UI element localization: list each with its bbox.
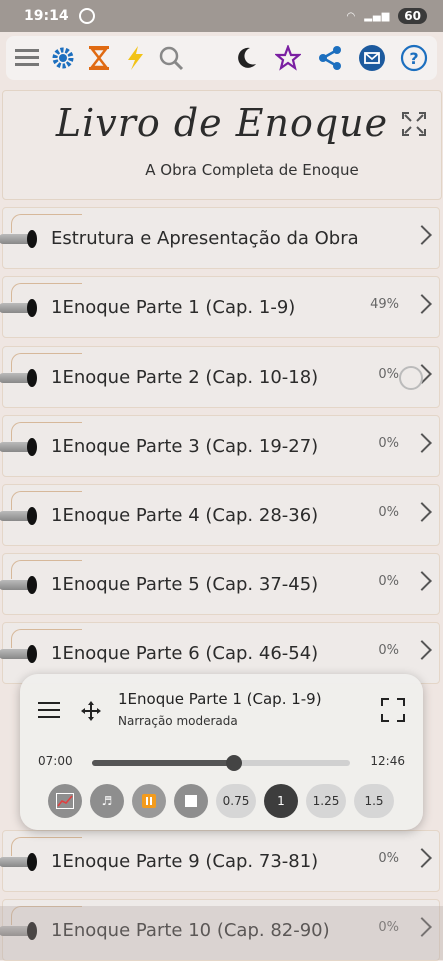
expand-icon[interactable] (401, 111, 427, 141)
chapter-label: 1Enoque Parte 9 (Cap. 73-81) (51, 851, 319, 872)
chapter-progress: 49% (370, 297, 399, 312)
wifi-icon: ◠ (346, 10, 357, 22)
battery-indicator: 60 (398, 8, 427, 24)
chapter-label: 1Enoque Parte 1 (Cap. 1-9) (51, 297, 296, 318)
ring-icon (0, 853, 37, 871)
ring-icon (0, 645, 37, 663)
chapter-progress: 0% (378, 851, 399, 866)
chapter-label: 1Enoque Parte 4 (Cap. 28-36) (51, 505, 319, 526)
playlist-menu-icon[interactable] (38, 700, 60, 724)
chevron-right-icon (412, 848, 432, 868)
player-subtitle: Narração moderada (118, 714, 238, 728)
list-item[interactable]: 1Enoque Parte 9 (Cap. 73-81) 0% (0, 830, 440, 892)
chapter-progress: 0% (378, 574, 399, 589)
status-bar: 19:14 ◠ ▂▄▆ 60 (0, 0, 443, 32)
audio-player: 1Enoque Parte 1 (Cap. 1-9) Narração mode… (20, 674, 423, 830)
list-item[interactable]: 1Enoque Parte 3 (Cap. 19-27) 0% (0, 415, 440, 477)
chevron-right-icon (412, 433, 432, 453)
toolbar: ? (6, 36, 437, 80)
ring-icon (0, 299, 37, 317)
stats-button[interactable] (48, 784, 82, 818)
list-item[interactable]: 1Enoque Parte 5 (Cap. 37-45) 0% (0, 553, 440, 615)
share-icon[interactable] (315, 43, 345, 73)
hourglass-icon[interactable] (84, 43, 114, 73)
lightning-icon[interactable] (120, 43, 150, 73)
ring-icon (0, 576, 37, 594)
page-title: Livro de Enoque (55, 101, 389, 145)
ring-icon (0, 230, 37, 248)
current-time: 07:00 (38, 754, 73, 768)
progress-slider[interactable] (92, 755, 350, 771)
menu-icon[interactable] (12, 43, 42, 73)
whatsapp-icon (78, 8, 95, 24)
chevron-right-icon (412, 502, 432, 522)
timer-icon[interactable] (399, 366, 423, 390)
gear-icon[interactable] (48, 43, 78, 73)
pause-icon (142, 794, 156, 808)
book-header: Livro de Enoque A Obra Completa de Enoqu… (2, 90, 442, 200)
chart-line-icon (56, 793, 74, 809)
fullscreen-icon[interactable] (381, 698, 405, 726)
chevron-right-icon (412, 294, 432, 314)
stop-icon (185, 795, 197, 807)
signal-icon: ▂▄▆ (364, 10, 391, 22)
player-controls: ♬ 0.75 1 1.25 1.5 (48, 784, 394, 818)
speed-button[interactable]: 0.75 (216, 784, 256, 818)
speed-button[interactable]: 1.5 (354, 784, 394, 818)
speed-button[interactable]: 1.25 (306, 784, 346, 818)
slider-thumb[interactable] (225, 755, 242, 771)
progress-fill (92, 760, 234, 766)
list-item[interactable]: 1Enoque Parte 2 (Cap. 10-18) 0% (0, 346, 440, 408)
music-note-icon: ♬ (101, 794, 113, 808)
star-icon[interactable] (273, 43, 303, 73)
page-subtitle: A Obra Completa de Enoque (145, 161, 359, 179)
music-button[interactable]: ♬ (90, 784, 124, 818)
ring-icon (0, 369, 37, 387)
chapter-progress: 0% (378, 643, 399, 658)
player-title: 1Enoque Parte 1 (Cap. 1-9) (118, 690, 322, 708)
moon-icon[interactable] (231, 43, 261, 73)
list-item[interactable]: 1Enoque Parte 4 (Cap. 28-36) 0% (0, 484, 440, 546)
status-time: 19:14 (24, 8, 69, 24)
chevron-right-icon (412, 640, 432, 660)
total-time: 12:46 (370, 754, 405, 768)
help-icon[interactable]: ? (399, 43, 429, 73)
search-icon[interactable] (156, 43, 186, 73)
pause-button[interactable] (132, 784, 166, 818)
stop-button[interactable] (174, 784, 208, 818)
mail-icon[interactable] (357, 43, 387, 73)
ring-icon (0, 438, 37, 456)
ring-icon (0, 507, 37, 525)
system-nav-bar (0, 906, 443, 960)
chevron-right-icon (412, 225, 432, 245)
svg-text:?: ? (409, 49, 418, 68)
chevron-right-icon (412, 571, 432, 591)
chapter-label: 1Enoque Parte 5 (Cap. 37-45) (51, 574, 319, 595)
chapter-progress: 0% (378, 505, 399, 520)
chapter-label: Estrutura e Apresentação da Obra (51, 228, 359, 249)
list-item[interactable]: Estrutura e Apresentação da Obra (0, 207, 440, 269)
chapter-label: 1Enoque Parte 3 (Cap. 19-27) (51, 436, 319, 457)
chapter-label: 1Enoque Parte 2 (Cap. 10-18) (51, 367, 319, 388)
chapter-progress: 0% (378, 436, 399, 451)
chapter-progress: 0% (378, 367, 399, 382)
list-item[interactable]: 1Enoque Parte 1 (Cap. 1-9) 49% (0, 276, 440, 338)
speed-button-active[interactable]: 1 (264, 784, 298, 818)
chapter-label: 1Enoque Parte 6 (Cap. 46-54) (51, 643, 319, 664)
move-icon[interactable] (80, 700, 102, 726)
